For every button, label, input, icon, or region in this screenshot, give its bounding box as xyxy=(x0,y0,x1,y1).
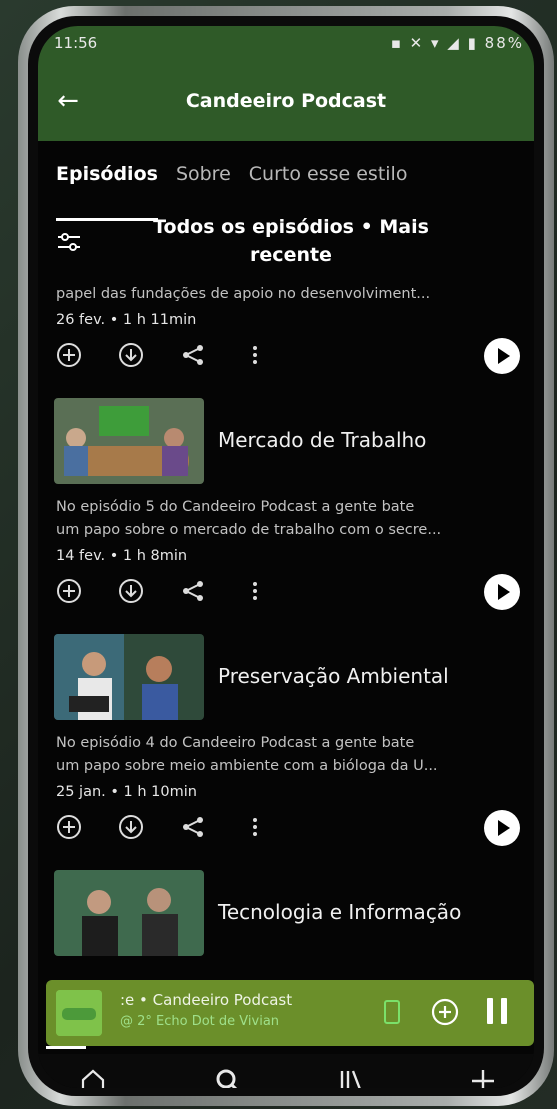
add-circle-icon[interactable] xyxy=(56,814,82,840)
share-icon[interactable] xyxy=(180,578,206,604)
filter-sliders-icon[interactable] xyxy=(56,229,82,255)
search-icon[interactable] xyxy=(213,1066,243,1088)
player-progress-bar xyxy=(46,1046,86,1049)
mini-player[interactable]: :e • Candeeiro Podcast @ 2° Echo Dot de … xyxy=(46,980,534,1046)
add-circle-icon[interactable] xyxy=(56,342,82,368)
connect-device-icon[interactable] xyxy=(384,1000,400,1024)
battery-level: 88% xyxy=(484,34,524,52)
download-icon[interactable] xyxy=(118,814,144,840)
tab-episodios[interactable]: Episódios xyxy=(56,163,158,221)
episode-title[interactable]: Mercado de Trabalho xyxy=(218,428,426,452)
episode-title[interactable]: Tecnologia e Informação xyxy=(218,900,461,924)
download-icon[interactable] xyxy=(118,578,144,604)
episode-meta: 25 jan. • 1 h 10min xyxy=(56,784,197,800)
episode-description: papel das fundações de apoio no desenvol… xyxy=(56,286,431,302)
download-icon[interactable] xyxy=(118,342,144,368)
play-button[interactable] xyxy=(484,338,520,374)
episode-item: Tecnologia e Informação xyxy=(38,860,534,962)
episode-description-line: No episódio 5 do Candeeiro Podcast a gen… xyxy=(56,499,415,515)
share-icon[interactable] xyxy=(180,814,206,840)
bottom-nav xyxy=(38,1054,534,1088)
filter-sort-label[interactable]: Todos os episódios • Mais recente xyxy=(118,213,464,269)
home-icon[interactable] xyxy=(78,1066,108,1088)
tab-bar: Episódios Sobre Curto esse estilo xyxy=(38,141,534,221)
episode-actions xyxy=(38,328,534,388)
episode-item: Preservação Ambiental No episódio 4 do C… xyxy=(38,624,534,860)
more-vert-icon[interactable] xyxy=(242,814,268,840)
back-button[interactable]: ← xyxy=(38,86,98,116)
add-circle-icon[interactable] xyxy=(431,998,459,1026)
episode-thumbnail[interactable] xyxy=(54,870,204,956)
tab-curto-esse-estilo[interactable]: Curto esse estilo xyxy=(249,163,408,211)
add-circle-icon[interactable] xyxy=(56,578,82,604)
play-button[interactable] xyxy=(484,574,520,610)
episode-description-line: um papo sobre o mercado de trabalho com … xyxy=(56,522,442,538)
play-button[interactable] xyxy=(484,810,520,846)
phone-bezel: 11:56 ▪ ✕ ▾ ◢ ▮ 88% ← Candeeiro Podcast … xyxy=(28,16,544,1096)
episode-actions xyxy=(38,800,534,860)
more-vert-icon[interactable] xyxy=(242,342,268,368)
player-artwork xyxy=(56,990,102,1036)
status-time: 11:56 xyxy=(54,34,98,52)
page-title: Candeeiro Podcast xyxy=(185,90,387,112)
episode-description-line: No episódio 4 do Candeeiro Podcast a gen… xyxy=(56,735,415,751)
arrow-left-icon: ← xyxy=(57,86,79,116)
episode-actions xyxy=(38,564,534,624)
tab-sobre[interactable]: Sobre xyxy=(176,163,231,211)
app-bar: ← Candeeiro Podcast xyxy=(38,76,534,126)
status-bar: 11:56 ▪ ✕ ▾ ◢ ▮ 88% xyxy=(54,34,524,56)
more-vert-icon[interactable] xyxy=(242,578,268,604)
create-plus-icon[interactable] xyxy=(468,1066,498,1088)
episode-thumbnail[interactable] xyxy=(54,634,204,720)
player-track-title: :e • Candeeiro Podcast xyxy=(120,991,293,1009)
library-icon[interactable] xyxy=(336,1066,366,1088)
app-screen: 11:56 ▪ ✕ ▾ ◢ ▮ 88% ← Candeeiro Podcast … xyxy=(38,26,534,1088)
episode-item: Mercado de Trabalho No episódio 5 do Can… xyxy=(38,388,534,624)
status-icons: ▪ ✕ ▾ ◢ ▮ xyxy=(390,34,478,52)
player-device-label: @ 2° Echo Dot de Vivian xyxy=(120,1014,280,1029)
episode-meta: 26 fev. • 1 h 11min xyxy=(56,312,197,328)
episode-filter: Todos os episódios • Mais recente xyxy=(38,211,534,283)
header: 11:56 ▪ ✕ ▾ ◢ ▮ 88% ← Candeeiro Podcast xyxy=(38,26,534,141)
share-icon[interactable] xyxy=(180,342,206,368)
phone-frame: 11:56 ▪ ✕ ▾ ◢ ▮ 88% ← Candeeiro Podcast … xyxy=(18,6,554,1106)
episode-item: papel das fundações de apoio no desenvol… xyxy=(38,283,534,388)
episode-description-line: um papo sobre meio ambiente com a biólog… xyxy=(56,758,438,774)
pause-button[interactable] xyxy=(487,998,507,1026)
episode-thumbnail[interactable] xyxy=(54,398,204,484)
episode-meta: 14 fev. • 1 h 8min xyxy=(56,548,188,564)
episode-title[interactable]: Preservação Ambiental xyxy=(218,664,449,688)
